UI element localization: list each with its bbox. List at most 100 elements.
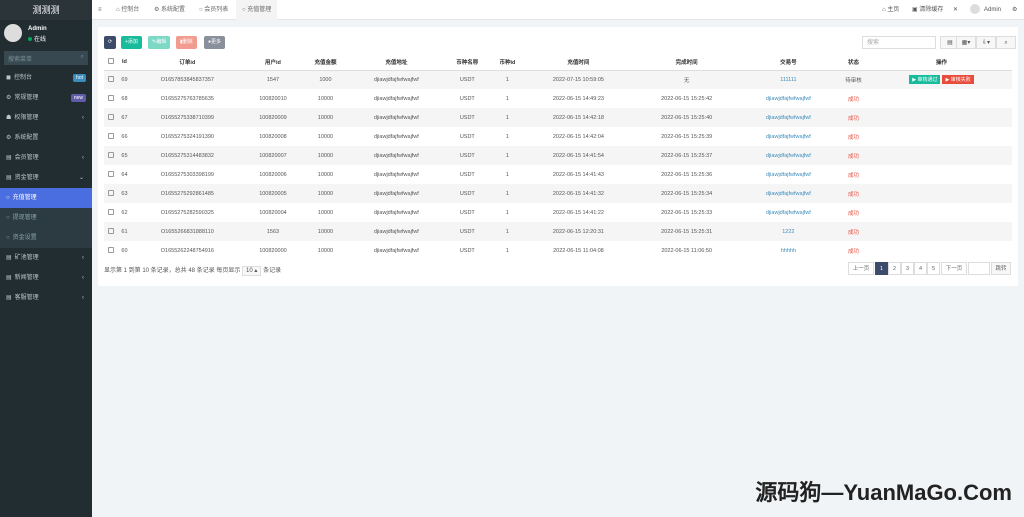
select-all-checkbox[interactable] xyxy=(104,54,118,71)
menu-toggle-icon[interactable]: ≡ xyxy=(98,0,102,20)
sidebar-item[interactable]: ▤ 客服管理 ‹ xyxy=(0,288,92,308)
cell: 2022-06-15 14:42:04 xyxy=(552,133,604,140)
home-label: 主页 xyxy=(887,7,900,13)
cell: 62 xyxy=(121,209,128,216)
column-header[interactable]: Id xyxy=(118,54,131,71)
row-checkbox[interactable] xyxy=(104,108,118,127)
row-checkbox[interactable] xyxy=(104,127,118,146)
cell: USDT xyxy=(443,184,491,203)
fullscreen-icon[interactable]: ✕ xyxy=(953,0,958,20)
sidebar-item[interactable]: ▤ 资金管理 ⌄ xyxy=(0,168,92,188)
tx-link[interactable]: djiawjdfajfwfwajfwf xyxy=(740,108,836,127)
page-button[interactable]: 3 xyxy=(901,262,914,275)
column-header[interactable]: 充值金额 xyxy=(302,54,349,71)
sidebar-item[interactable]: ⚙ 系统配置 xyxy=(0,128,92,148)
user-panel: Admin 在线 xyxy=(0,20,92,48)
tx-link[interactable]: djiawjdfajfwfwajfwf xyxy=(741,165,836,184)
tab-recharge[interactable]: ○ 充值管理 xyxy=(236,0,278,20)
edit-button[interactable]: ✎编辑 xyxy=(148,36,171,49)
home-link[interactable]: ⌂ 主页 xyxy=(882,0,899,20)
tx-link[interactable]: djiawjdfajfwfwajfwf xyxy=(741,127,836,146)
column-header[interactable]: 充值时间 xyxy=(524,54,633,71)
column-header[interactable]: 交易号 xyxy=(740,54,836,71)
sidebar-item-label: 会员管理 xyxy=(14,155,39,161)
sidebar-item[interactable]: ☗ 权限管理 ‹ xyxy=(0,108,92,128)
column-header[interactable]: 充值地址 xyxy=(348,54,444,71)
tx-link[interactable]: hhhhh xyxy=(741,241,836,260)
user-name: Admin xyxy=(28,26,47,32)
row-checkbox[interactable] xyxy=(104,222,118,241)
sidebar-item[interactable]: ○ 提现管理 xyxy=(0,208,92,228)
column-header[interactable]: 完成时间 xyxy=(632,54,741,71)
settings-icon[interactable]: ⚙ xyxy=(1012,0,1017,20)
column-header[interactable]: 操作 xyxy=(870,54,1012,71)
tx-link[interactable]: djiawjdfajfwfwajfwf xyxy=(741,89,836,108)
tx-link[interactable]: djiawjdfajfwfwajfwf xyxy=(740,146,836,165)
cell: USDT xyxy=(459,133,475,140)
sidebar-item[interactable]: ▤ 会员管理 ‹ xyxy=(0,148,92,168)
tab-system-config[interactable]: ⚙ 系统配置 xyxy=(154,0,185,20)
column-header[interactable]: 币种id xyxy=(490,54,525,71)
cell: USDT xyxy=(443,70,491,89)
cell: 成功 xyxy=(835,146,871,165)
column-header[interactable]: 币种名称 xyxy=(443,54,491,71)
user-menu[interactable]: Admin xyxy=(970,0,1001,20)
page-jump-input[interactable] xyxy=(968,262,990,275)
search-icon[interactable]: ⌕ xyxy=(996,36,1016,49)
cell: 成功 xyxy=(847,210,859,217)
logo: 测测测 xyxy=(0,0,92,20)
page-button[interactable]: 2 xyxy=(888,262,901,275)
column-header[interactable]: 用户id xyxy=(243,54,303,71)
cell: 10000 xyxy=(317,171,334,178)
page-button[interactable]: 4 xyxy=(914,262,927,275)
cell: 10000 xyxy=(317,133,334,140)
sidebar-item[interactable]: ○ 资金设置 xyxy=(0,228,92,248)
cell: 64 xyxy=(121,171,128,178)
search-input[interactable]: 搜索 xyxy=(862,36,936,49)
tx-link[interactable]: djiawjdfajfwfwajfwf xyxy=(740,184,836,203)
clear-cache-link[interactable]: ▣ 清除缓存 xyxy=(912,0,943,20)
row-checkbox[interactable] xyxy=(104,165,118,184)
clear-cache-label: 清除缓存 xyxy=(919,7,944,13)
column-header[interactable]: 订单id xyxy=(130,54,244,71)
tx-link[interactable]: djiawjdfajfwfwajfwf xyxy=(741,203,836,222)
page-button[interactable]: 5 xyxy=(927,262,940,275)
menu-search-input[interactable]: 搜索菜单 ⌕ xyxy=(4,51,88,65)
avatar xyxy=(4,24,22,42)
row-checkbox[interactable] xyxy=(104,184,118,203)
row-checkbox[interactable] xyxy=(104,146,118,165)
refresh-button[interactable]: ⟳ xyxy=(104,36,117,49)
approve-button[interactable]: ▶ 审核通过 xyxy=(909,75,941,85)
sidebar-item[interactable]: ○ 充值管理 xyxy=(0,188,92,208)
jump-button[interactable]: 跳转 xyxy=(991,262,1011,275)
more-button[interactable]: ●更多 xyxy=(204,36,226,49)
page-size-select[interactable]: 10 ▴ xyxy=(242,266,262,276)
row-checkbox[interactable] xyxy=(104,203,118,222)
table-row: 62 O1655275282590325 100820004 10000 djiawjd… xyxy=(104,203,1012,222)
sidebar-item[interactable]: ⚙ 常规管理 new xyxy=(0,88,92,108)
export-icon[interactable]: ⇩▾ xyxy=(976,36,996,49)
row-checkbox[interactable] xyxy=(104,89,118,108)
cell: 1 xyxy=(490,184,525,203)
cell: 2022-06-15 15:25:39 xyxy=(661,133,713,140)
sidebar-item[interactable]: ▤ 新闻管理 ‹ xyxy=(0,268,92,288)
page-button[interactable]: 1 xyxy=(875,262,888,275)
tx-link[interactable]: 1222 xyxy=(740,222,836,241)
add-button[interactable]: +添加 xyxy=(121,36,142,49)
prev-page-button[interactable]: 上一页 xyxy=(848,262,874,275)
sidebar-item[interactable]: ◼ 控制台 hot xyxy=(0,68,92,88)
next-page-button[interactable]: 下一页 xyxy=(941,262,967,275)
cell: 2022-06-15 15:25:34 xyxy=(632,184,741,203)
cell: 1 xyxy=(490,108,525,127)
sidebar-item[interactable]: ▤ 矿池管理 ‹ xyxy=(0,248,92,268)
row-checkbox[interactable] xyxy=(104,241,118,260)
cell: 2022-06-15 11:04:08 xyxy=(553,247,604,254)
columns-icon[interactable]: ▦▾ xyxy=(956,36,976,49)
tab-member-list[interactable]: ○ 会员列表 xyxy=(199,0,228,20)
tab-dashboard[interactable]: ⌂ 控制台 xyxy=(116,0,139,20)
tx-link[interactable]: 111111 xyxy=(740,70,836,89)
row-checkbox[interactable] xyxy=(104,70,118,89)
delete-button[interactable]: ▮删除 xyxy=(176,36,197,49)
reject-button[interactable]: ▶ 审核失败 xyxy=(942,75,974,85)
column-header[interactable]: 状态 xyxy=(835,54,871,71)
